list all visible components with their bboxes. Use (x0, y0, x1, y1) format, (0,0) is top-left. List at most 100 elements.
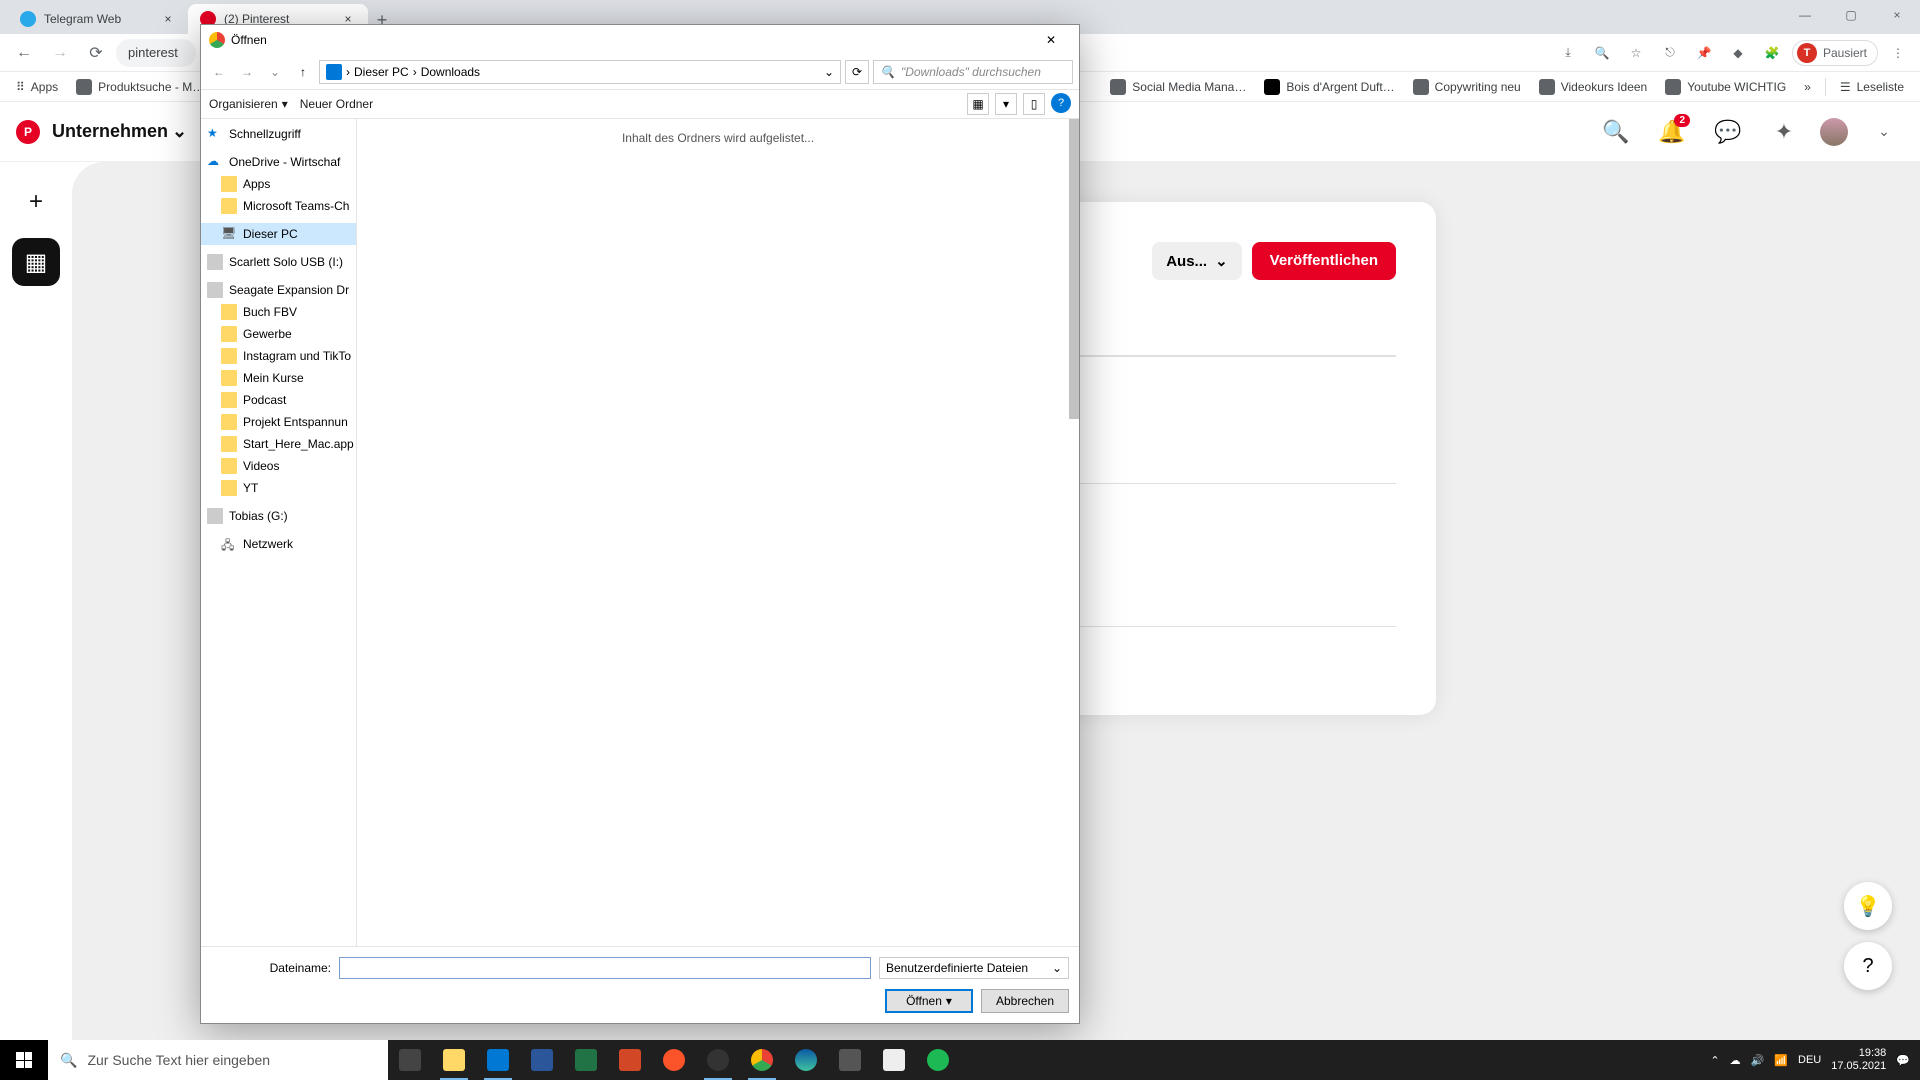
clock[interactable]: 19:38 17.05.2021 (1831, 1047, 1886, 1073)
url-field[interactable]: pinterest (116, 39, 196, 67)
apps-shortcut[interactable]: ⠿ Apps (8, 76, 66, 98)
reading-list-button[interactable]: ☰ Leseliste (1832, 76, 1912, 98)
search-icon[interactable]: 🔍 (1596, 112, 1636, 152)
back-icon[interactable]: ← (8, 37, 40, 69)
tree-drive[interactable]: Scarlett Solo USB (I:) (201, 251, 356, 273)
app-icon[interactable] (828, 1040, 872, 1080)
pin-type-button[interactable]: ▦ (12, 238, 60, 286)
notifications-tray-icon[interactable]: 💬 (1896, 1054, 1910, 1067)
bookmark-star-icon[interactable]: ☆ (1622, 39, 1650, 67)
minimize-icon[interactable]: — (1782, 0, 1828, 30)
close-icon[interactable]: × (160, 11, 176, 27)
notepad-icon[interactable] (872, 1040, 916, 1080)
tray-chevron-icon[interactable]: ⌃ (1710, 1054, 1719, 1067)
view-mode-icon[interactable]: ▦ (967, 93, 989, 115)
tab-telegram[interactable]: Telegram Web × (8, 4, 188, 34)
updates-icon[interactable]: ✦ (1764, 112, 1804, 152)
organize-dropdown[interactable]: Organisieren ▾ (209, 97, 288, 111)
tree-folder[interactable]: Podcast (201, 389, 356, 411)
tree-folder[interactable]: Apps (201, 173, 356, 195)
preview-pane-icon[interactable]: ▯ (1023, 93, 1045, 115)
tree-folder[interactable]: Projekt Entspannun (201, 411, 356, 433)
bookmark-item[interactable]: Copywriting neu (1405, 75, 1529, 99)
filename-input[interactable] (339, 957, 871, 979)
bookmark-item[interactable]: Social Media Mana… (1102, 75, 1254, 99)
spotify-icon[interactable] (916, 1040, 960, 1080)
tree-folder[interactable]: Gewerbe (201, 323, 356, 345)
messages-icon[interactable]: 💬 (1708, 112, 1748, 152)
dialog-close-icon[interactable]: ✕ (1031, 28, 1071, 52)
open-button[interactable]: Öffnen ▾ (885, 989, 973, 1013)
tree-drive[interactable]: Seagate Expansion Dr (201, 279, 356, 301)
explorer-icon[interactable] (432, 1040, 476, 1080)
tree-folder[interactable]: Buch FBV (201, 301, 356, 323)
avatar[interactable] (1820, 118, 1848, 146)
taskbar-search[interactable]: 🔍 Zur Suche Text hier eingeben (48, 1040, 388, 1080)
tree-folder[interactable]: Microsoft Teams-Ch (201, 195, 356, 217)
tree-folder[interactable]: Instagram und TikTo (201, 345, 356, 367)
extension-icon[interactable]: ⎋ (1656, 39, 1684, 67)
refresh-icon[interactable]: ⟳ (845, 60, 869, 84)
install-app-icon[interactable]: ⤓ (1554, 39, 1582, 67)
tree-quickaccess[interactable]: ★Schnellzugriff (201, 123, 356, 145)
chrome-icon[interactable] (740, 1040, 784, 1080)
start-button[interactable] (0, 1040, 48, 1080)
nav-back-icon[interactable]: ← (207, 60, 231, 84)
tree-folder[interactable]: Videos (201, 455, 356, 477)
edge-icon[interactable] (784, 1040, 828, 1080)
crumb-item[interactable]: Downloads (421, 65, 480, 79)
folder-content-pane[interactable]: Inhalt des Ordners wird aufgelistet... (357, 119, 1079, 946)
view-dropdown-icon[interactable]: ▾ (995, 93, 1017, 115)
board-select[interactable]: Aus... ⌄ (1152, 242, 1241, 280)
breadcrumb[interactable]: › Dieser PC › Downloads ⌄ (319, 60, 841, 84)
forward-icon[interactable]: → (44, 37, 76, 69)
tree-drive[interactable]: Tobias (G:) (201, 505, 356, 527)
tree-this-pc[interactable]: 🖥Dieser PC (201, 223, 356, 245)
profile-chip[interactable]: T Pausiert (1792, 40, 1878, 66)
business-dropdown[interactable]: Unternehmen ⌄ (52, 121, 187, 142)
wifi-icon[interactable]: 📶 (1774, 1054, 1788, 1067)
notifications-icon[interactable]: 🔔2 (1652, 112, 1692, 152)
help-icon[interactable]: ? (1051, 93, 1071, 113)
idea-button[interactable]: 💡 (1844, 882, 1892, 930)
powerpoint-icon[interactable] (608, 1040, 652, 1080)
maximize-icon[interactable]: ▢ (1828, 0, 1874, 30)
scrollbar-thumb[interactable] (1069, 119, 1079, 419)
bookmark-item[interactable]: Bois d'Argent Duft… (1256, 75, 1402, 99)
create-pin-button[interactable]: + (12, 178, 60, 226)
bookmark-overflow[interactable]: » (1796, 76, 1819, 98)
volume-icon[interactable]: 🔊 (1751, 1054, 1765, 1067)
chevron-down-icon[interactable]: ⌄ (1864, 112, 1904, 152)
excel-icon[interactable] (564, 1040, 608, 1080)
publish-button[interactable]: Veröffentlichen (1252, 242, 1396, 280)
close-window-icon[interactable]: × (1874, 0, 1920, 30)
extension2-icon[interactable]: ◆ (1724, 39, 1752, 67)
tree-onedrive[interactable]: ☁OneDrive - Wirtschaf (201, 151, 356, 173)
extensions-puzzle-icon[interactable]: 🧩 (1758, 39, 1786, 67)
tree-folder[interactable]: YT (201, 477, 356, 499)
bookmark-item[interactable]: Produktsuche - M… (68, 75, 212, 99)
tree-folder[interactable]: Mein Kurse (201, 367, 356, 389)
outlook-icon[interactable] (476, 1040, 520, 1080)
help-button[interactable]: ? (1844, 942, 1892, 990)
reload-icon[interactable]: ⟳ (80, 37, 112, 69)
obs-icon[interactable] (696, 1040, 740, 1080)
pinterest-logo-icon[interactable]: P (16, 120, 40, 144)
zoom-icon[interactable]: 🔍 (1588, 39, 1616, 67)
folder-search-input[interactable]: 🔍 "Downloads" durchsuchen (873, 60, 1073, 84)
filetype-select[interactable]: Benutzerdefinierte Dateien ⌄ (879, 957, 1069, 979)
crumb-item[interactable]: Dieser PC (354, 65, 409, 79)
tree-network[interactable]: 🖧Netzwerk (201, 533, 356, 555)
language-indicator[interactable]: DEU (1798, 1054, 1821, 1066)
nav-history-icon[interactable]: ⌄ (263, 60, 287, 84)
new-folder-button[interactable]: Neuer Ordner (300, 97, 373, 111)
pin-icon[interactable]: 📌 (1690, 39, 1718, 67)
brave-icon[interactable] (652, 1040, 696, 1080)
chevron-down-icon[interactable]: ⌄ (824, 65, 834, 79)
menu-dots-icon[interactable]: ⋮ (1884, 39, 1912, 67)
bookmark-item[interactable]: Youtube WICHTIG (1657, 75, 1794, 99)
task-view-icon[interactable] (388, 1040, 432, 1080)
nav-up-icon[interactable]: ↑ (291, 60, 315, 84)
word-icon[interactable] (520, 1040, 564, 1080)
tree-folder[interactable]: Start_Here_Mac.app (201, 433, 356, 455)
